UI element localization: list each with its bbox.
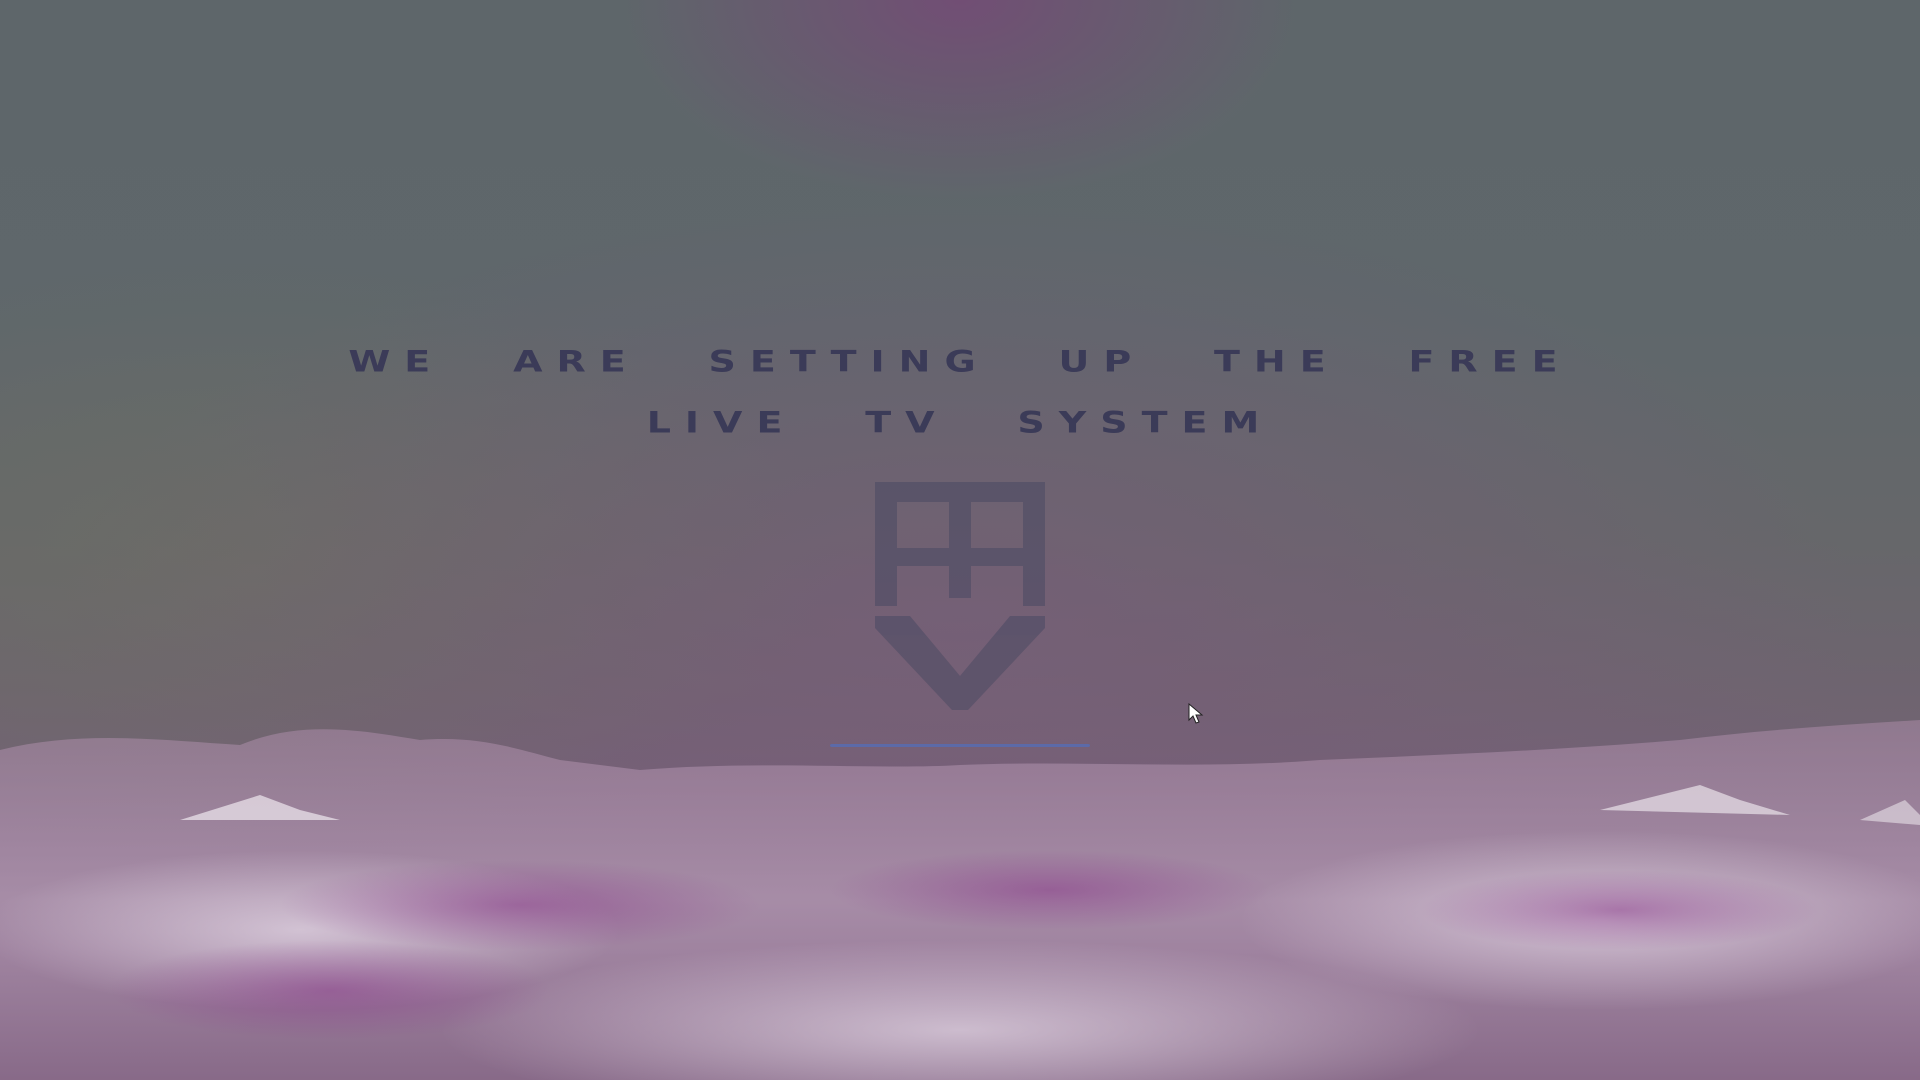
htv-shield-logo-icon: [875, 482, 1045, 710]
cloud-background: [0, 720, 1920, 1080]
mouse-cursor-icon: [1188, 703, 1204, 724]
loading-progress-fill: [830, 744, 1090, 747]
loading-progress-bar: [830, 744, 1090, 747]
setup-heading: we are setting up the free live tv syste…: [60, 327, 1860, 449]
setup-heading-line-2: live tv system: [646, 393, 1274, 443]
setup-heading-line-1: we are setting up the free: [348, 332, 1572, 382]
splash-screen: we are setting up the free live tv syste…: [0, 0, 1920, 1080]
